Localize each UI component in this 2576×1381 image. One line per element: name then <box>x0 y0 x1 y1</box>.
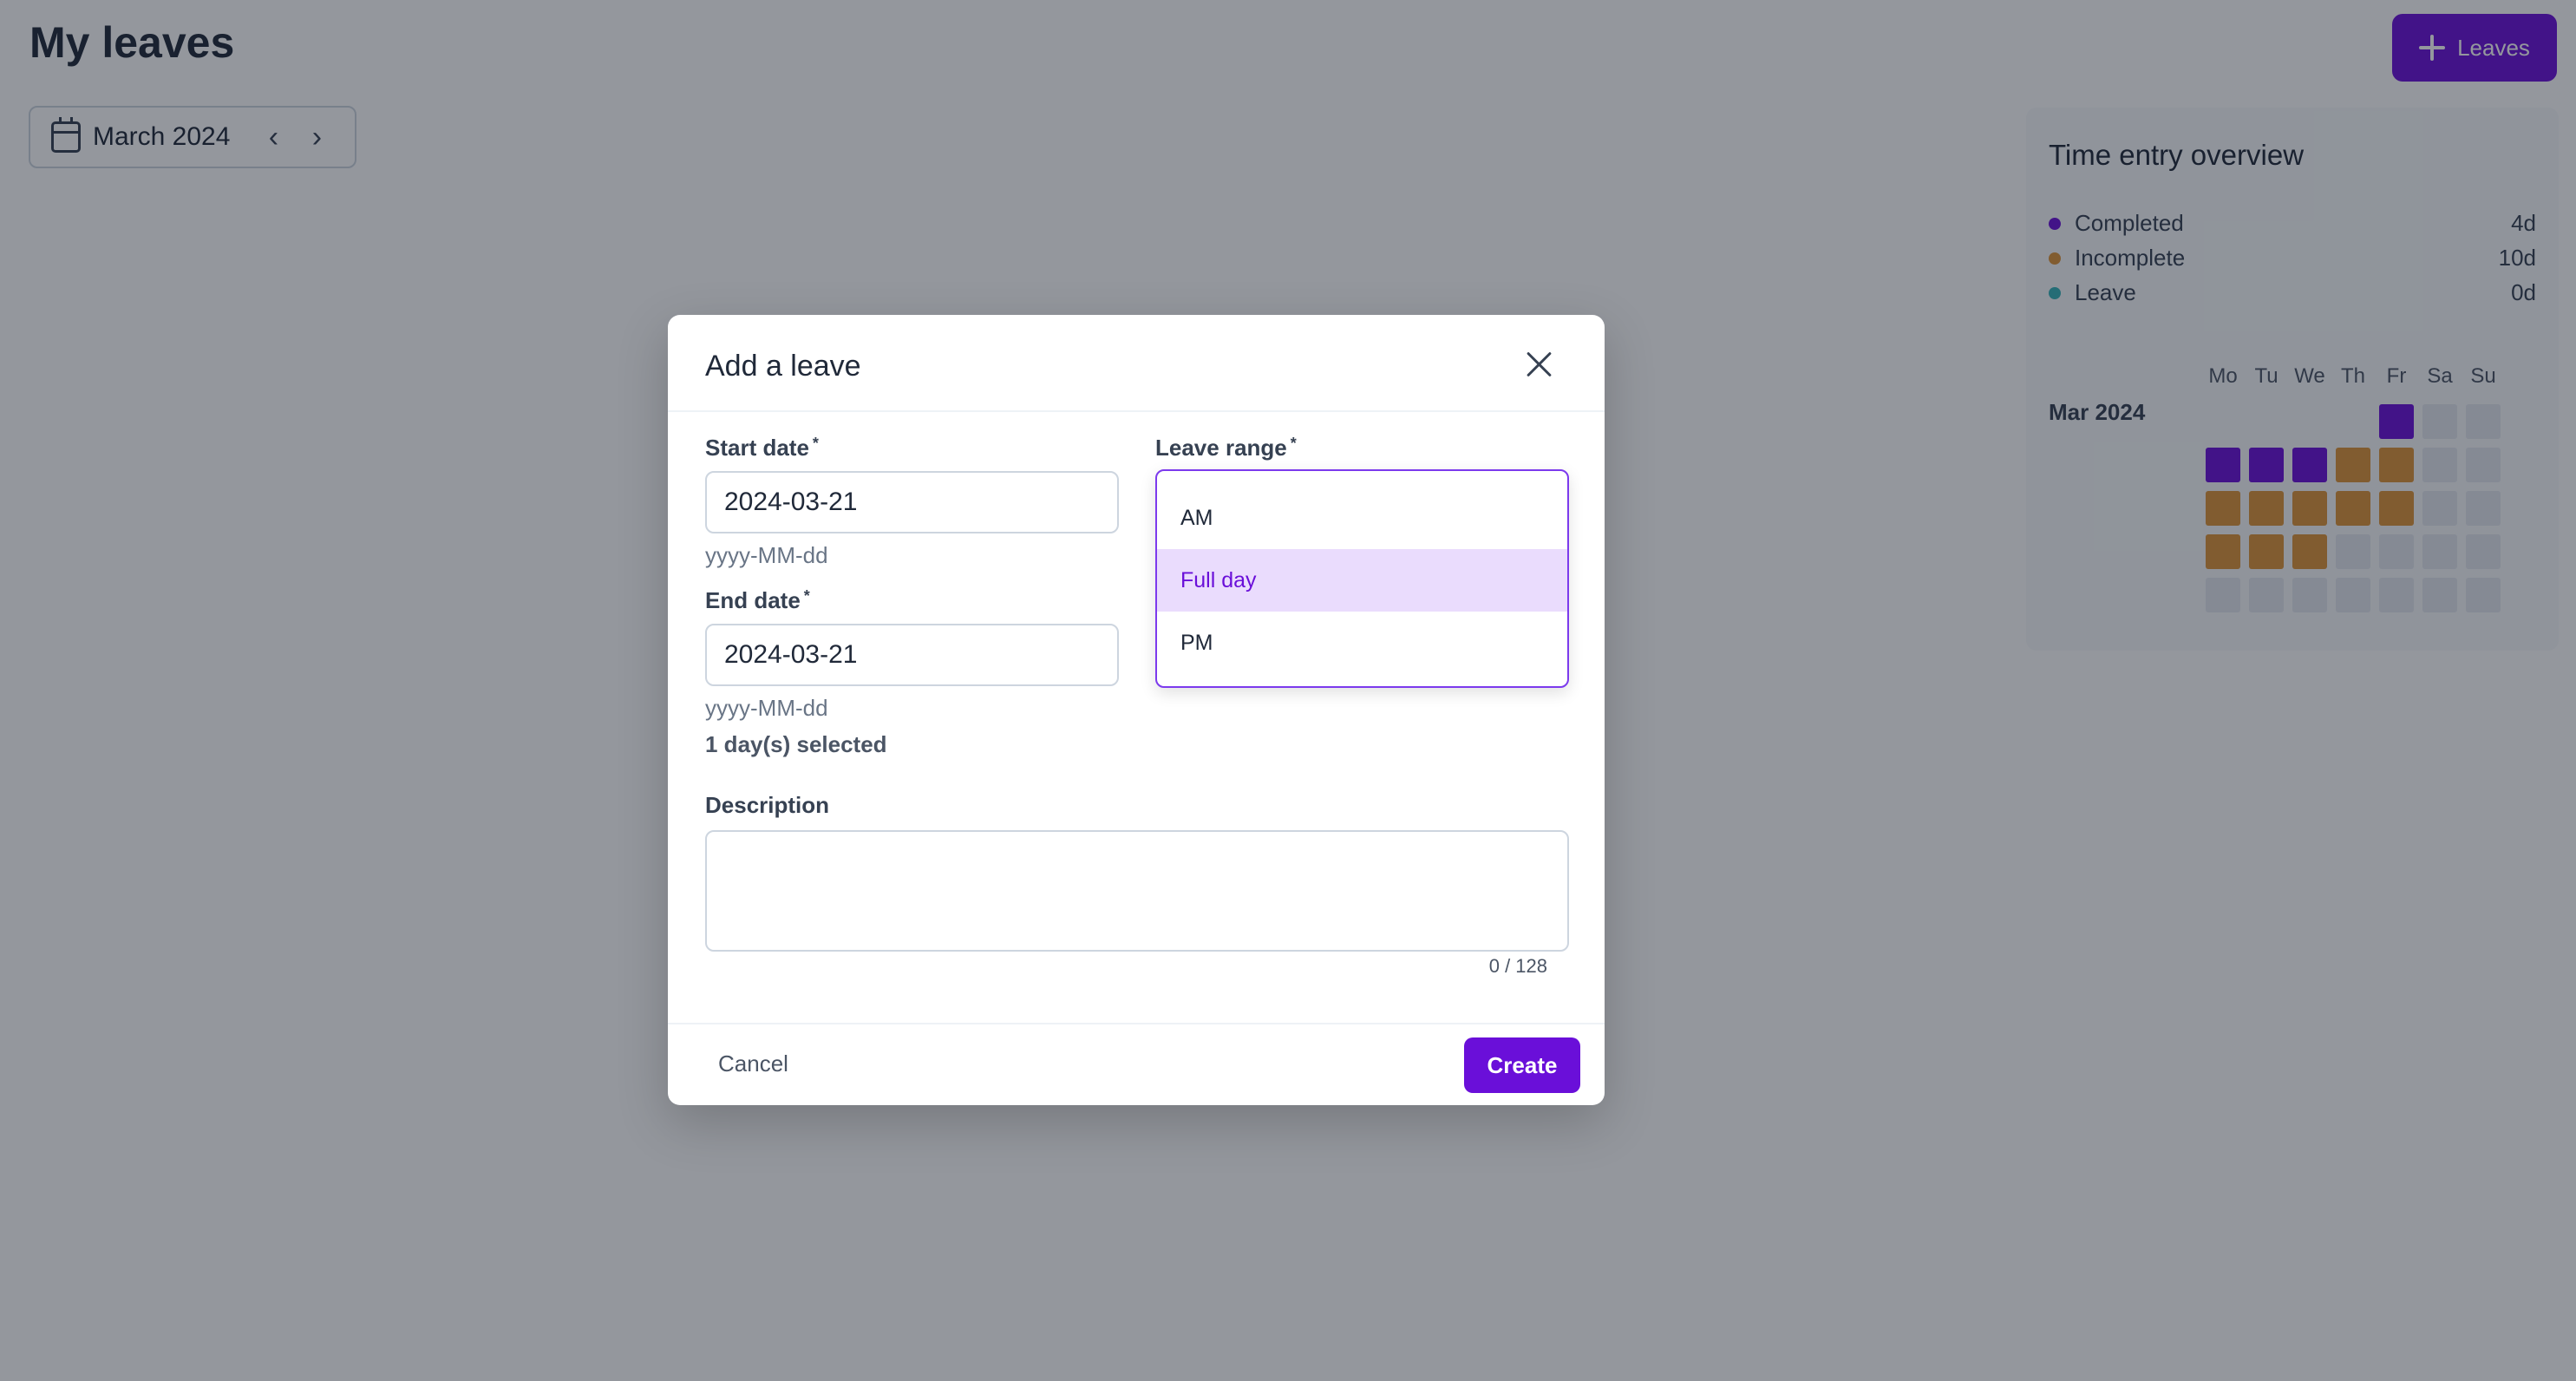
end-date-hint: yyyy-MM-dd <box>705 695 828 721</box>
start-date-hint: yyyy-MM-dd <box>705 542 828 568</box>
start-date-input[interactable]: 2024-03-21 <box>705 471 1119 533</box>
description-label: Description <box>705 792 830 818</box>
modal-title: Add a leave <box>705 350 861 383</box>
description-textarea[interactable] <box>705 830 1569 952</box>
modal-footer-divider <box>668 1023 1605 1024</box>
start-date-label: Start date * <box>705 435 819 461</box>
leave-range-dropdown[interactable]: AM Full day PM <box>1155 469 1569 688</box>
leave-range-label-text: Leave range <box>1155 435 1287 461</box>
end-date-label: End date * <box>705 587 810 613</box>
leave-range-option-pm[interactable]: PM <box>1157 612 1567 674</box>
leave-range-label: Leave range * <box>1155 435 1297 461</box>
start-date-label-text: Start date <box>705 435 809 461</box>
description-counter: 0 / 128 <box>1488 955 1547 977</box>
leave-range-option-am[interactable]: AM <box>1157 487 1567 549</box>
days-selected-text: 1 day(s) selected <box>705 731 887 757</box>
add-leave-dialog: Add a leave Start date * 2024-03-21 yyyy-… <box>668 315 1605 1105</box>
cancel-button[interactable]: Cancel <box>718 1050 788 1077</box>
leave-range-option-full-day[interactable]: Full day <box>1157 549 1567 612</box>
end-date-input[interactable]: 2024-03-21 <box>705 624 1119 686</box>
create-button[interactable]: Create <box>1464 1037 1580 1093</box>
modal-header: Add a leave <box>668 315 1605 412</box>
close-icon[interactable] <box>1527 351 1553 377</box>
end-date-label-text: End date <box>705 587 801 613</box>
